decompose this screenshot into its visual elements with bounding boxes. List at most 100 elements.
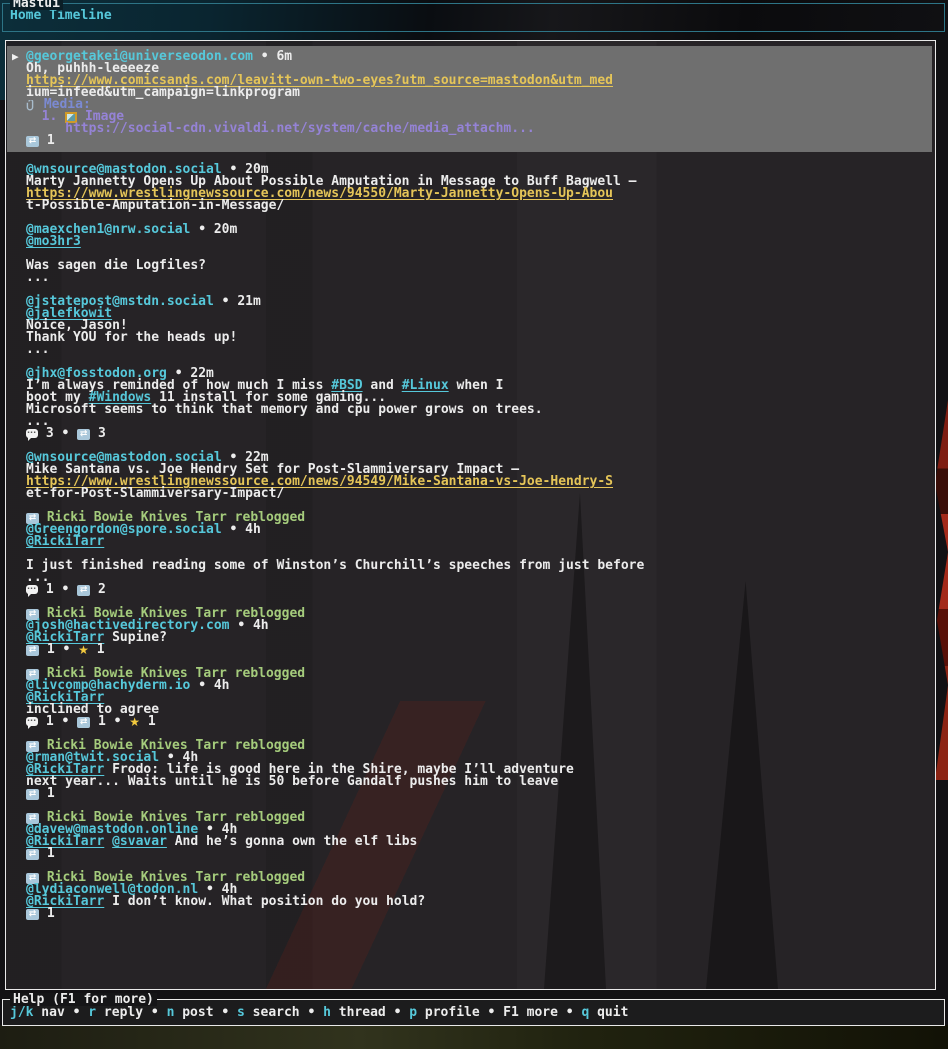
mention-link[interactable]: @RickiTarr <box>26 536 104 548</box>
post-line: @mo3hr3 <box>26 236 935 248</box>
help-label: more <box>519 1005 558 1020</box>
timeline-title: Home Timeline <box>10 9 944 23</box>
timeline-post[interactable]: ⇄ Ricki Bowie Knives Tarr reblogged@livc… <box>7 668 935 728</box>
post-text: • 4h <box>230 620 269 632</box>
post-line: ... <box>26 272 935 284</box>
post-line: https://social-cdn.vivaldi.net/system/ca… <box>26 123 932 135</box>
post-line: 1 • ⇄ 2 <box>26 584 935 596</box>
mention-link[interactable]: @mo3hr3 <box>26 236 81 248</box>
help-separator: • <box>65 1005 88 1020</box>
help-label: profile <box>417 1005 480 1020</box>
timeline-post[interactable]: @jstatepost@mstdn.social • 21m@jalefkowi… <box>7 296 935 356</box>
post-text: • 6m <box>253 51 292 63</box>
boost-icon[interactable]: ⇄ <box>77 585 90 596</box>
help-key: p <box>409 1005 417 1020</box>
post-line: @RickiTarr I don’t know. What position d… <box>26 896 935 908</box>
help-key: s <box>237 1005 245 1020</box>
boost-icon[interactable]: ⇄ <box>26 136 39 147</box>
timeline-post[interactable]: @wnsource@mastodon.social • 20mMarty Jan… <box>7 164 935 212</box>
post-text: 1 • <box>38 716 77 728</box>
boost-icon[interactable]: ⇄ <box>77 429 90 440</box>
timeline-post[interactable]: ▶@georgetakei@universeodon.com • 6mOh, p… <box>7 46 932 152</box>
post-text: 2 <box>90 584 106 596</box>
post-line: ⇄ 1 <box>26 135 932 147</box>
post-line: ium=infeed&utm_campaign=linkprogram <box>26 87 932 99</box>
post-text: 1 <box>140 716 156 728</box>
help-label: reply <box>96 1005 143 1020</box>
reply-bubble-icon[interactable] <box>26 717 38 726</box>
boost-icon[interactable]: ⇄ <box>26 645 39 656</box>
post-line: 1 • ⇄ 1 • ★ 1 <box>26 716 935 728</box>
post-line: t-Possible-Amputation-in-Message/ <box>26 200 935 212</box>
post-text: 3 • <box>38 428 77 440</box>
app-title: Mastui <box>10 0 63 10</box>
timeline-post[interactable]: ⇄ Ricki Bowie Knives Tarr reblogged@dave… <box>7 812 935 860</box>
post-line: @jalefkowit <box>26 308 935 320</box>
post-text: Supine? <box>104 632 167 644</box>
post-text: 1 • <box>90 716 129 728</box>
post-line: 3 • ⇄ 3 <box>26 428 935 440</box>
timeline-post[interactable]: ⇄ Ricki Bowie Knives Tarr reblogged@Gree… <box>7 512 935 596</box>
help-label: thread <box>331 1005 386 1020</box>
mention-link[interactable]: @RickiTarr <box>26 896 104 908</box>
post-text: when I <box>449 380 504 392</box>
post-text: et-for-Post-Slammiversary-Impact/ <box>26 488 284 500</box>
timeline-post[interactable]: ⇄ Ricki Bowie Knives Tarr reblogged@josh… <box>7 608 935 656</box>
post-line: @georgetakei@universeodon.com • 6m <box>26 51 932 63</box>
post-line: Microsoft seems to think that memory and… <box>26 404 935 416</box>
post-line: @RickiTarr Supine? <box>26 632 935 644</box>
post-line: next year... Waits until he is 50 before… <box>26 776 935 788</box>
timeline-post[interactable]: @wnsource@mastodon.social • 22mMike Sant… <box>7 452 935 500</box>
timeline-post[interactable]: @jhx@fosstodon.org • 22mI’m always remin… <box>7 368 935 440</box>
mention-link[interactable]: @RickiTarr <box>26 836 104 848</box>
post-line: ... <box>26 344 935 356</box>
post-line: @jstatepost@mstdn.social • 21m <box>26 296 935 308</box>
boost-icon[interactable]: ⇄ <box>26 909 39 920</box>
reply-bubble-icon[interactable] <box>26 585 38 594</box>
post-text: 3 <box>90 428 106 440</box>
post-line: et-for-Post-Slammiversary-Impact/ <box>26 488 935 500</box>
post-text: next year... Waits until he is 50 before… <box>26 776 558 788</box>
help-bar: Help (F1 for more) j/k nav • r reply • n… <box>2 999 945 1026</box>
help-label: quit <box>589 1005 628 1020</box>
post-line: @livcomp@hachyderm.io • 4h <box>26 680 935 692</box>
post-text: 1 <box>39 908 55 920</box>
post-text: 1 <box>39 135 55 147</box>
mention-link[interactable]: @svavar <box>112 836 167 848</box>
boost-icon[interactable]: ⇄ <box>77 717 90 728</box>
post-text: ... <box>26 344 49 356</box>
help-separator: • <box>480 1005 503 1020</box>
boost-icon[interactable]: ⇄ <box>26 849 39 860</box>
hashtag-link[interactable]: #Linux <box>402 380 449 392</box>
post-text: 1 • <box>38 584 77 596</box>
help-key: j/k <box>10 1005 33 1020</box>
star-icon[interactable]: ★ <box>129 716 140 728</box>
media-url-link[interactable]: https://social-cdn.vivaldi.net/system/ca… <box>26 123 535 135</box>
boost-icon[interactable]: ⇄ <box>26 789 39 800</box>
help-separator: • <box>300 1005 323 1020</box>
post-line: ⇄ 1 • ★ 1 <box>26 644 935 656</box>
post-line: Media: <box>26 99 932 111</box>
help-separator: • <box>214 1005 237 1020</box>
help-label: search <box>245 1005 300 1020</box>
post-line: @RickiTarr <box>26 536 935 548</box>
timeline: ▶@georgetakei@universeodon.com • 6mOh, p… <box>6 41 935 920</box>
star-icon[interactable]: ★ <box>78 644 89 656</box>
timeline-panel: ▶@georgetakei@universeodon.com • 6mOh, p… <box>5 40 936 990</box>
post-line: @maexchen1@nrw.social • 20m <box>26 224 935 236</box>
post-text: • 4h <box>222 524 261 536</box>
background-art-bottom <box>0 1025 948 1049</box>
reply-bubble-icon[interactable] <box>26 429 38 438</box>
timeline-post[interactable]: ⇄ Ricki Bowie Knives Tarr reblogged@rman… <box>7 740 935 800</box>
help-key: r <box>88 1005 96 1020</box>
post-text: I don’t know. What position do you hold? <box>104 896 425 908</box>
help-label: post <box>174 1005 213 1020</box>
help-separator: • <box>386 1005 409 1020</box>
post-line: Was sagen die Logfiles? <box>26 260 935 272</box>
timeline-post[interactable]: @maexchen1@nrw.social • 20m@mo3hr3 Was sa… <box>7 224 935 284</box>
post-text: And he’s gonna own the elf libs <box>167 836 417 848</box>
post-line: ... <box>26 572 935 584</box>
post-text: ... <box>26 272 49 284</box>
timeline-post[interactable]: ⇄ Ricki Bowie Knives Tarr reblogged@lydi… <box>7 872 935 920</box>
help-key: F1 <box>503 1005 519 1020</box>
